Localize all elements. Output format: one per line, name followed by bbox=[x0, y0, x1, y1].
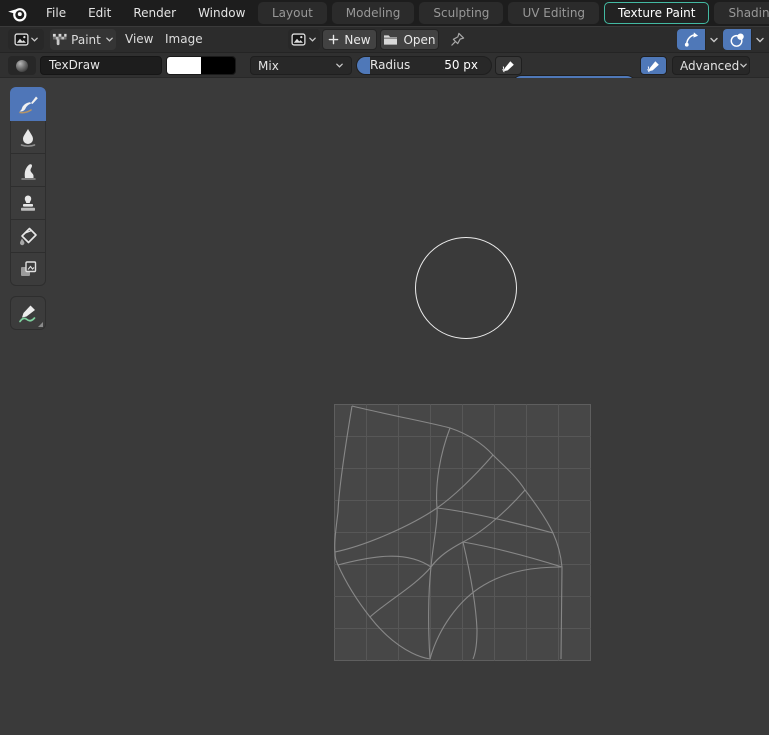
chevron-down-icon bbox=[30, 35, 39, 44]
tab-shading[interactable]: Shading bbox=[714, 2, 769, 24]
tool-settings-bar: TexDraw Mix Radius 50 px Strength 1.000 … bbox=[0, 52, 769, 78]
chevron-down-icon bbox=[335, 61, 344, 70]
mode-label: Paint bbox=[71, 33, 101, 47]
tab-layout[interactable]: Layout bbox=[258, 2, 327, 24]
tool-soften-button[interactable] bbox=[10, 120, 46, 154]
tab-uv-editing[interactable]: UV Editing bbox=[508, 2, 599, 24]
background-color-swatch[interactable] bbox=[201, 57, 235, 74]
image-editor-icon bbox=[14, 32, 29, 47]
brush-name-field[interactable]: TexDraw bbox=[40, 56, 162, 75]
menu-file[interactable]: File bbox=[35, 0, 77, 26]
tool-fill-button[interactable] bbox=[10, 219, 46, 253]
menu-image[interactable]: Image bbox=[156, 29, 212, 50]
pressure-icon bbox=[502, 59, 516, 73]
workspace-tabs: Layout Modeling Sculpting UV Editing Tex… bbox=[258, 0, 769, 26]
chevron-down-icon bbox=[739, 61, 748, 70]
blender-logo-icon[interactable] bbox=[7, 4, 29, 22]
mask-icon bbox=[17, 258, 39, 280]
blend-mode-dropdown[interactable]: Mix bbox=[250, 56, 352, 75]
tab-texture-paint[interactable]: Texture Paint bbox=[604, 2, 709, 24]
texture-image-with-uv-grid bbox=[334, 404, 591, 661]
pin-icon bbox=[450, 32, 465, 47]
new-image-button[interactable]: New bbox=[322, 29, 377, 50]
chevron-down-icon bbox=[755, 35, 765, 45]
tool-mask-button[interactable] bbox=[10, 252, 46, 286]
tool-smear-button[interactable] bbox=[10, 153, 46, 187]
advanced-label: Advanced bbox=[680, 59, 739, 73]
overlays-toggle-group bbox=[723, 29, 768, 50]
brush-preview-button[interactable] bbox=[8, 56, 36, 75]
image-datablock-selector[interactable] bbox=[288, 29, 320, 50]
menu-edit[interactable]: Edit bbox=[77, 0, 122, 26]
pin-toggle[interactable] bbox=[447, 29, 467, 50]
draw-brush-icon bbox=[17, 93, 39, 115]
brush-cursor-circle bbox=[415, 237, 517, 339]
tool-draw-button[interactable] bbox=[10, 87, 46, 121]
chevron-down-icon bbox=[308, 35, 317, 44]
subtool-corner-indicator bbox=[38, 322, 43, 327]
chevron-down-icon bbox=[105, 35, 114, 44]
gizmos-icon bbox=[683, 31, 700, 48]
strength-pressure-toggle[interactable] bbox=[640, 56, 667, 75]
gizmos-dropdown[interactable] bbox=[705, 29, 722, 50]
image-editor-canvas[interactable] bbox=[0, 78, 769, 735]
tool-column bbox=[10, 87, 46, 330]
folder-icon bbox=[383, 33, 398, 46]
open-image-button[interactable]: Open bbox=[380, 29, 439, 50]
mode-dropdown[interactable]: Paint bbox=[50, 29, 116, 50]
smear-finger-icon bbox=[17, 159, 39, 181]
gizmos-toggle-group bbox=[677, 29, 722, 50]
chevron-down-icon bbox=[709, 35, 719, 45]
new-button-label: New bbox=[344, 33, 370, 47]
radius-label: Radius bbox=[370, 57, 410, 74]
brush-preview-icon bbox=[16, 60, 28, 72]
texture-paint-mode-icon bbox=[52, 32, 67, 47]
overlays-icon bbox=[729, 31, 746, 48]
soften-drop-icon bbox=[17, 126, 39, 148]
radius-slider[interactable]: Radius 50 px bbox=[356, 56, 492, 75]
overlays-dropdown[interactable] bbox=[751, 29, 768, 50]
menu-window[interactable]: Window bbox=[187, 0, 256, 26]
radius-pressure-toggle[interactable] bbox=[495, 56, 522, 75]
tool-clone-button[interactable] bbox=[10, 186, 46, 220]
advanced-dropdown[interactable]: Advanced bbox=[672, 56, 750, 75]
plus-icon bbox=[328, 34, 339, 45]
tab-sculpting[interactable]: Sculpting bbox=[419, 2, 503, 24]
overlays-toggle[interactable] bbox=[723, 29, 751, 50]
top-menu-bar: File Edit Render Window Help Layout Mode… bbox=[0, 0, 769, 26]
blend-mode-value: Mix bbox=[258, 59, 279, 73]
pressure-icon bbox=[647, 59, 661, 73]
open-button-label: Open bbox=[403, 33, 435, 47]
browse-image-icon bbox=[291, 32, 306, 47]
clone-stamp-icon bbox=[17, 192, 39, 214]
image-editor-header: Paint View Image New Open bbox=[0, 27, 769, 52]
gizmos-toggle[interactable] bbox=[677, 29, 705, 50]
color-swatches bbox=[166, 56, 236, 75]
foreground-color-swatch[interactable] bbox=[167, 57, 201, 74]
editor-type-selector[interactable] bbox=[8, 29, 44, 50]
radius-value: 50 px bbox=[444, 57, 478, 74]
fill-bucket-icon bbox=[17, 225, 39, 247]
radius-slider-fill bbox=[357, 57, 370, 74]
tool-annotate-button[interactable] bbox=[10, 296, 46, 330]
menu-render[interactable]: Render bbox=[122, 0, 187, 26]
annotate-pencil-icon bbox=[17, 302, 39, 324]
tab-modeling[interactable]: Modeling bbox=[332, 2, 415, 24]
